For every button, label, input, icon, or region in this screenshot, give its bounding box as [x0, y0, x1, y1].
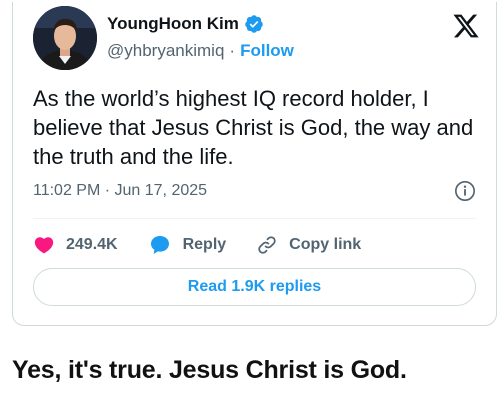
- author-name-row[interactable]: YoungHoon Kim: [107, 14, 264, 34]
- read-replies-button[interactable]: Read 1.9K replies: [33, 268, 476, 306]
- follow-button[interactable]: Follow: [240, 41, 294, 61]
- avatar[interactable]: [33, 6, 97, 70]
- info-icon[interactable]: [454, 180, 476, 202]
- reply-bubble-icon: [148, 233, 172, 257]
- like-button[interactable]: 249.4K: [33, 234, 118, 256]
- verified-badge-icon: [244, 14, 264, 34]
- heart-icon: [33, 234, 55, 256]
- reply-label: Reply: [182, 236, 227, 253]
- handle-separator: ·: [229, 41, 236, 60]
- tweet-actions: 249.4K Reply Copy link: [33, 232, 361, 258]
- author-name[interactable]: YoungHoon Kim: [107, 14, 239, 34]
- avatar-image: [33, 6, 97, 70]
- read-replies-label: Read 1.9K replies: [187, 278, 322, 295]
- like-count: 249.4K: [66, 236, 118, 253]
- divider: [33, 218, 476, 219]
- caption-text: Yes, it's true. Jesus Christ is God.: [12, 356, 407, 384]
- link-icon: [256, 234, 278, 256]
- tweet-text: As the world’s highest IQ record holder,…: [33, 86, 474, 169]
- copy-link-label: Copy link: [289, 236, 362, 253]
- reply-button[interactable]: Reply: [148, 233, 227, 257]
- copy-link-button[interactable]: Copy link: [256, 234, 361, 256]
- tweet-timestamp[interactable]: 11:02 PM · Jun 17, 2025: [33, 182, 207, 200]
- x-logo-icon[interactable]: [452, 12, 480, 40]
- handle-row: @yhbryankimiq · Follow: [107, 41, 294, 61]
- tweet-card: YoungHoon Kim @yhbryankimiq · Follow As …: [12, 2, 497, 326]
- author-handle[interactable]: @yhbryankimiq: [107, 41, 224, 61]
